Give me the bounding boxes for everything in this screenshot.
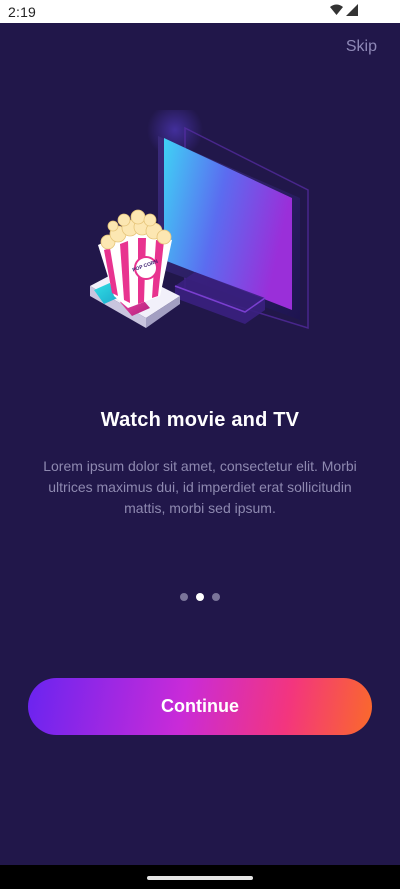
page-description: Lorem ipsum dolor sit amet, consectetur … (43, 458, 357, 516)
signal-icon (346, 4, 358, 16)
pager-dot-1[interactable] (180, 593, 188, 601)
onboarding-screen: 2:19 Skip POP CORN Watch movie and TV Lo… (0, 0, 400, 889)
wifi-icon (330, 4, 343, 15)
onboarding-illustration: POP CORN (90, 110, 309, 330)
status-time: 2:19 (8, 4, 37, 20)
status-icons (330, 4, 358, 16)
pager-dot-2[interactable] (196, 593, 204, 601)
pager-dots (0, 593, 400, 601)
page-title: Watch movie and TV (100, 409, 300, 431)
status-bar: 2:19 (0, 0, 400, 23)
continue-button[interactable]: Continue (28, 678, 372, 735)
home-indicator[interactable] (147, 876, 253, 880)
pager-dot-3[interactable] (212, 593, 220, 601)
skip-button[interactable]: Skip (346, 38, 377, 56)
system-nav-bar (0, 865, 400, 889)
